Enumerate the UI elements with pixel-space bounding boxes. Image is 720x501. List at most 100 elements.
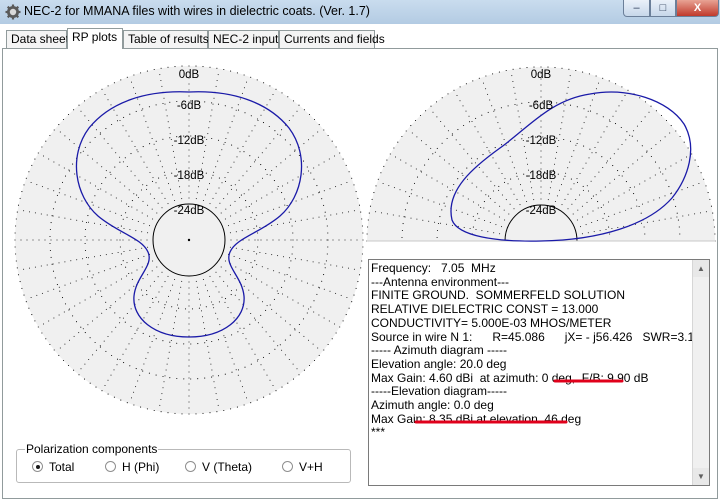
grid-dot	[69, 339, 70, 341]
grid-dot	[620, 126, 622, 129]
grid-dot	[457, 192, 459, 194]
grid-dot	[327, 134, 329, 137]
grid-dot	[482, 171, 484, 173]
grid-dot	[88, 120, 90, 121]
grid-dot	[281, 286, 283, 288]
grid-dot	[110, 284, 112, 286]
grid-dot	[345, 314, 347, 316]
grid-dot	[480, 136, 482, 138]
grid-dot	[271, 287, 273, 289]
grid-dot	[188, 95, 190, 97]
grid-dot	[294, 258, 296, 260]
grid-dot	[321, 198, 323, 200]
arrow-down-icon[interactable]: ▼	[693, 468, 709, 485]
grid-dot	[709, 198, 711, 200]
grid-dot	[501, 226, 502, 228]
grid-dot	[215, 85, 217, 87]
grid-dot	[231, 357, 233, 359]
grid-dot	[38, 239, 40, 241]
grid-dot	[126, 313, 128, 314]
grid-dot	[59, 131, 61, 133]
grid-dot	[587, 232, 589, 234]
grid-dot	[567, 193, 569, 195]
grid-dot	[34, 320, 36, 322]
grid-dot	[555, 157, 557, 159]
grid-dot	[115, 266, 117, 268]
grid-dot	[211, 340, 213, 343]
grid-dot	[241, 248, 243, 250]
grid-dot	[188, 149, 190, 151]
grid-dot	[477, 131, 479, 133]
grid-dot	[298, 154, 300, 157]
grid-dot	[224, 336, 226, 339]
grid-dot	[713, 226, 715, 228]
grid-dot	[603, 131, 605, 133]
grid-dot	[386, 213, 388, 215]
grid-dot	[269, 379, 271, 381]
grid-dot	[133, 74, 135, 76]
grid-dot	[37, 152, 39, 154]
grid-dot	[115, 281, 117, 283]
grid-dot	[168, 127, 170, 129]
grid-dot	[179, 186, 181, 188]
grid-dot	[493, 110, 495, 112]
grid-dot	[621, 100, 623, 102]
grid-dot	[207, 345, 209, 347]
grid-dot	[83, 100, 86, 102]
grid-dot	[121, 278, 122, 280]
grid-dot	[195, 413, 197, 415]
grid-dot	[169, 341, 171, 343]
grid-dot	[540, 198, 542, 200]
grid-dot	[84, 179, 86, 181]
grid-dot	[215, 312, 217, 314]
grid-dot	[330, 214, 332, 216]
grid-dot	[155, 338, 157, 340]
grid-dot	[290, 218, 292, 220]
grid-dot	[517, 110, 519, 112]
grid-dot	[494, 201, 496, 203]
grid-dot	[265, 169, 267, 171]
grid-dot	[159, 318, 161, 320]
grid-dot	[104, 385, 106, 386]
grid-dot	[64, 217, 66, 219]
grid-dot	[137, 380, 139, 382]
grid-dot	[237, 374, 239, 376]
grid-dot	[202, 200, 204, 201]
grid-dot	[323, 317, 325, 319]
grid-dot	[257, 246, 259, 248]
grid-dot	[485, 88, 487, 90]
grid-dot	[188, 401, 190, 403]
grid-dot	[483, 82, 484, 84]
grid-dot	[462, 195, 464, 197]
grid-dot	[362, 239, 364, 241]
grid-dot	[122, 260, 124, 262]
grid-dot	[69, 170, 70, 172]
grid-dot	[467, 198, 469, 200]
grid-dot	[281, 92, 283, 94]
grid-dot	[591, 198, 593, 200]
grid-dot	[405, 162, 407, 164]
grid-dot	[540, 126, 542, 128]
grid-dot	[141, 266, 143, 268]
grid-dot	[135, 386, 137, 388]
grid-dot	[205, 145, 207, 146]
vertical-scrollbar[interactable]: ▲ ▼	[692, 260, 709, 485]
tab-rp-plots[interactable]: RP plots	[67, 28, 123, 49]
results-text-box[interactable]: Frequency: 7.05 MHz ---Antenna environmen…	[368, 259, 710, 486]
grid-dot	[568, 68, 570, 70]
grid-dot	[171, 172, 173, 174]
grid-dot	[115, 212, 117, 214]
grid-dot	[213, 307, 215, 309]
grid-dot	[579, 173, 581, 174]
grid-dot	[223, 335, 225, 337]
grid-dot	[212, 197, 214, 199]
grid-dot	[181, 198, 183, 200]
grid-dot	[62, 239, 64, 241]
grid-dot	[491, 105, 493, 107]
grid-dot	[351, 301, 353, 303]
radio-label: V+H	[299, 460, 323, 474]
grid-dot	[472, 215, 474, 217]
grid-dot	[246, 308, 248, 310]
arrow-up-icon[interactable]: ▲	[693, 260, 709, 277]
grid-dot	[261, 212, 263, 214]
